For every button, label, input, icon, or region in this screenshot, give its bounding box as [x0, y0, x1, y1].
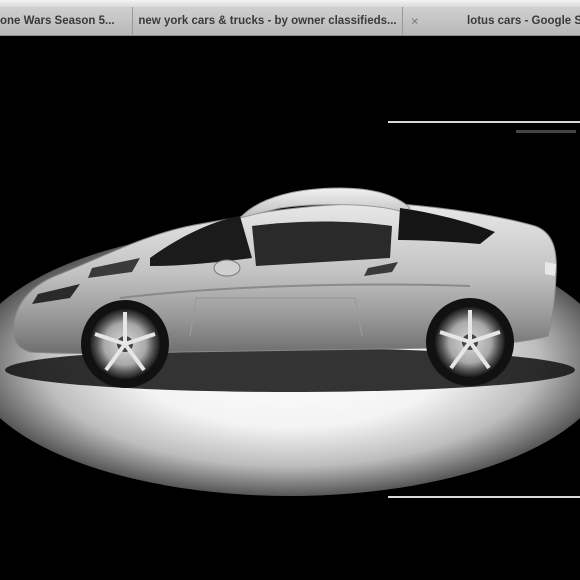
side-mirror [213, 259, 241, 277]
tab-lotus-cars-search[interactable]: × lotus cars - Google Se [403, 7, 580, 35]
rear-wheel [426, 298, 514, 386]
rear-light [545, 262, 556, 276]
tab-bar: one Wars Season 5... new york cars & tru… [0, 7, 580, 36]
tab-label: lotus cars - Google Se [467, 15, 580, 27]
tab-ny-cars-classifieds[interactable]: new york cars & trucks - by owner classi… [133, 7, 403, 35]
front-wheel [81, 300, 169, 388]
window-top-edge [0, 0, 580, 7]
tab-clone-wars[interactable]: one Wars Season 5... [0, 7, 133, 35]
browser-window: one Wars Season 5... new york cars & tru… [0, 0, 580, 580]
tab-label: new york cars & trucks - by owner classi… [138, 15, 397, 27]
page-content [0, 36, 580, 580]
close-icon[interactable]: × [411, 14, 419, 29]
car-image[interactable] [0, 36, 580, 580]
tab-label: one Wars Season 5... [0, 15, 115, 27]
